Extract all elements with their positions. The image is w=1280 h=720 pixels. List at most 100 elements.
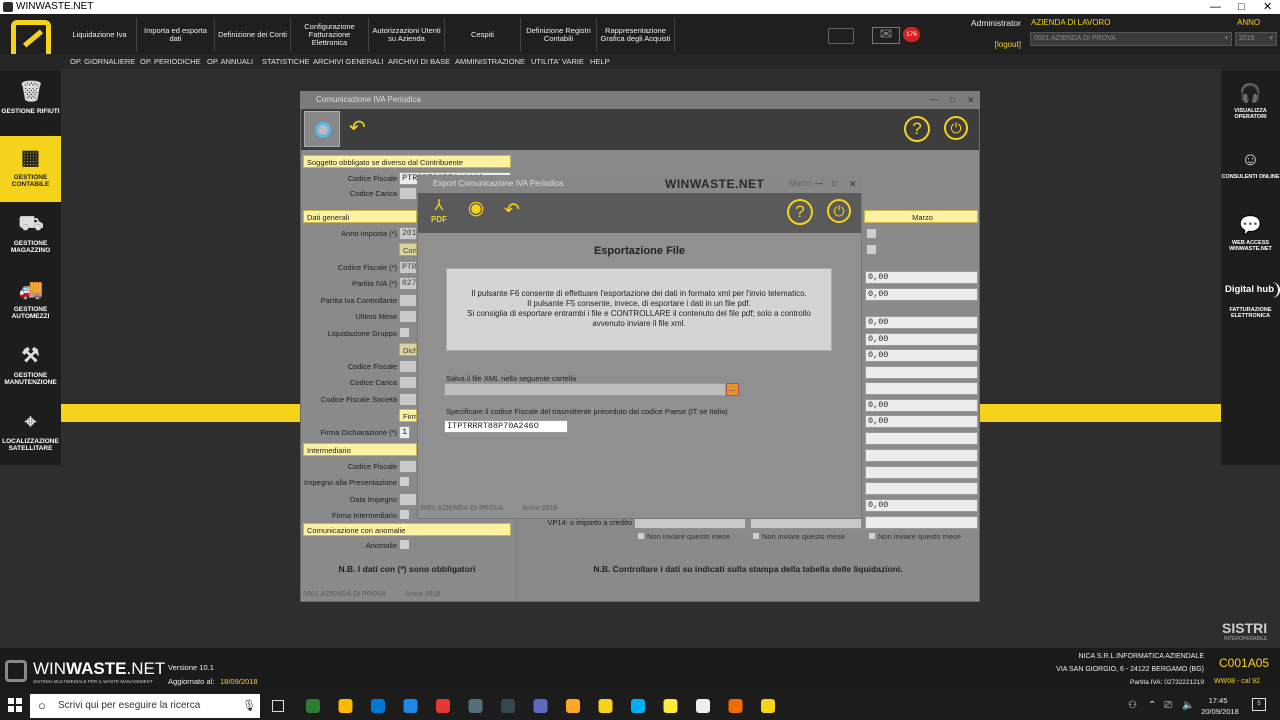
office-icon[interactable] xyxy=(728,699,743,713)
maximize-button[interactable]: □ xyxy=(832,175,837,193)
submenu-statistiche[interactable]: STATISTICHE xyxy=(262,57,310,66)
submenu-op-periodiche[interactable]: OP. PERIODICHE xyxy=(140,57,201,66)
sidebar-item-manutenzione[interactable]: ⚒ GESTIONE MANUTENZIONE xyxy=(0,334,61,400)
rsidebar-item-consulenti[interactable]: ☺ CONSULENTI ONLINE xyxy=(1221,148,1280,180)
minimize-button[interactable]: — xyxy=(930,91,938,109)
task-view-icon[interactable] xyxy=(272,700,284,712)
submenu-utilita-varie[interactable]: UTILITA' VARIE xyxy=(531,57,584,66)
clock-date[interactable]: 20/09/2018 xyxy=(1198,707,1242,716)
firma-intermediario-checkbox[interactable] xyxy=(399,509,410,520)
chrome-icon[interactable] xyxy=(436,699,450,713)
explorer-icon[interactable] xyxy=(338,699,353,713)
rsidebar-item-operatori[interactable]: 🎧 VISUALIZZA OPERATORI xyxy=(1221,82,1280,120)
menu-liquidazione-iva[interactable]: Liquidazione Iva xyxy=(63,18,137,52)
int-codice-fiscale-input[interactable] xyxy=(399,460,417,473)
vp13-marzo[interactable] xyxy=(865,482,978,495)
windows-start-icon[interactable] xyxy=(8,698,22,712)
outlook-icon[interactable] xyxy=(371,699,385,713)
clock-time[interactable]: 17:45 xyxy=(1198,696,1238,705)
firma-dichiarazione-input[interactable]: 1 xyxy=(399,426,410,439)
rsidebar-item-fatturazione[interactable]: Digital hub FATTURAZIONE ELETTRONICA xyxy=(1221,282,1280,319)
notification-center-icon[interactable]: 5 xyxy=(1252,698,1266,711)
vp4-marzo[interactable]: 0,00 xyxy=(865,316,978,329)
people-icon[interactable]: ⚇ xyxy=(1128,700,1137,711)
submenu-amministrazione[interactable]: AMMINISTRAZIONE xyxy=(455,57,525,66)
process-button[interactable] xyxy=(304,111,340,147)
power-icon[interactable]: ⏻ xyxy=(944,116,968,140)
non-inviare-marzo-checkbox[interactable] xyxy=(868,532,876,540)
submenu-help[interactable]: HELP xyxy=(590,57,610,66)
vp5-marzo[interactable]: 0,00 xyxy=(865,333,978,346)
vp2-marzo-checkbox[interactable] xyxy=(866,244,877,255)
submenu-archivi-di-base[interactable]: ARCHIVI DI BASE xyxy=(388,57,450,66)
sidebar-item-contabile[interactable]: ▦ GESTIONE CONTABILE xyxy=(0,136,61,202)
codice-fiscale-societa-input[interactable] xyxy=(399,393,417,406)
dich-codice-fiscale-input[interactable] xyxy=(399,360,417,373)
taskbar-search[interactable]: ○ Scrivi qui per eseguire la ricerca 🎙 xyxy=(30,694,260,718)
non-inviare-gennaio-checkbox[interactable] xyxy=(637,532,645,540)
vp1-marzo-checkbox[interactable] xyxy=(866,228,877,239)
vp7-marzo[interactable] xyxy=(865,382,978,395)
skype-icon[interactable] xyxy=(631,699,645,713)
sidebar-item-automezzi[interactable]: 🚚 GESTIONE AUTOMEZZI xyxy=(0,268,61,334)
menu-cespiti[interactable]: Cespiti xyxy=(445,18,521,52)
company-select[interactable]: 0001 AZIENDA DI PROVA ▾ xyxy=(1030,32,1232,46)
logout-link[interactable]: [logout] xyxy=(975,40,1021,49)
menu-fatturazione-elettronica[interactable]: Configurazione Fatturazione Elettronica xyxy=(291,18,369,52)
volume-icon[interactable]: 🔈 xyxy=(1182,700,1194,711)
menu-autorizzazioni[interactable]: Autorizzazioni Utenti su Azienda xyxy=(369,18,445,52)
menu-registri-contabili[interactable]: Definizione Registri Contabili xyxy=(521,18,597,52)
rsidebar-item-web-access[interactable]: 💬 WEB ACCESS WINWASTE.NET xyxy=(1221,214,1280,252)
mail-icon[interactable]: ✉ xyxy=(872,27,900,44)
submenu-archivi-generali[interactable]: ARCHIVI GENERALI xyxy=(313,57,383,66)
archive-icon[interactable] xyxy=(828,28,854,44)
edge-icon[interactable] xyxy=(403,699,418,713)
help-icon[interactable]: ? xyxy=(787,199,813,225)
maximize-button[interactable]: □ xyxy=(950,91,955,109)
liquidazione-gruppo-checkbox[interactable] xyxy=(399,327,410,338)
sidebar-item-rifiuti[interactable]: 🗑 GESTIONE RIFIUTI xyxy=(0,70,61,136)
back-arrow-icon[interactable]: ↶ xyxy=(504,199,520,222)
menu-importa-esporta[interactable]: Importa ed esporta dati xyxy=(137,18,215,52)
dich-codice-carica-input[interactable] xyxy=(399,376,417,389)
vp6-marzo[interactable]: 0,00 xyxy=(865,349,978,362)
vp11-marzo[interactable] xyxy=(865,449,978,462)
submenu-op-giornaliere[interactable]: OP. GIORNALIERE xyxy=(70,57,135,66)
close-button[interactable]: ✕ xyxy=(849,175,857,193)
browse-folder-button[interactable]: ... xyxy=(726,383,739,396)
vp3-marzo[interactable]: 0,00 xyxy=(865,288,978,301)
pdf-export-button[interactable]: ⅄ PDF xyxy=(424,197,454,231)
sidebar-item-magazzino[interactable]: ⛟ GESTIONE MAGAZZINO xyxy=(0,202,61,268)
cf-trasmittente-input[interactable]: ITPTRRRT88P70A246O xyxy=(444,420,568,433)
app-icon[interactable] xyxy=(533,699,548,713)
minimize-button[interactable]: — xyxy=(1210,0,1221,14)
sidebar-item-localizzazione[interactable]: ⌖ LOCALIZZAZIONE SATELLITARE xyxy=(0,400,61,464)
menu-definizione-conti[interactable]: Definizione dei Conti xyxy=(215,18,291,52)
tray-arrow-icon[interactable]: ⌃ xyxy=(1148,700,1156,711)
anomalie-checkbox[interactable] xyxy=(399,539,410,550)
xml-send-icon[interactable]: ◉ xyxy=(462,197,490,225)
save-folder-input[interactable] xyxy=(444,383,726,396)
vp14c-marzo[interactable] xyxy=(865,516,978,529)
minimize-button[interactable]: — xyxy=(815,175,823,193)
data-impegno-input[interactable] xyxy=(399,493,417,506)
winwaste-icon[interactable] xyxy=(598,699,613,713)
partita-iva-input[interactable]: 02732221219 xyxy=(399,277,417,290)
help-icon[interactable]: ? xyxy=(904,116,930,142)
back-arrow-icon[interactable]: ↶ xyxy=(349,115,366,140)
menu-rappresentazione-grafica[interactable]: Rappresentazione Grafica degli Acquisti xyxy=(597,18,675,52)
notes-icon[interactable] xyxy=(663,699,678,713)
non-inviare-febbraio-checkbox[interactable] xyxy=(752,532,760,540)
maximize-button[interactable]: □ xyxy=(1238,0,1245,14)
winwaste2-icon[interactable] xyxy=(761,699,775,713)
close-button[interactable]: ✕ xyxy=(1263,0,1272,14)
ultimo-mese-input[interactable] xyxy=(399,310,417,323)
anno-imposta-input[interactable]: 2018 xyxy=(399,227,417,240)
notification-badge[interactable]: 176 xyxy=(903,27,920,42)
close-button[interactable]: ✕ xyxy=(967,91,975,109)
sql-icon[interactable] xyxy=(468,699,483,713)
partita-iva-controllante-input[interactable] xyxy=(399,294,417,307)
folder-icon[interactable] xyxy=(566,699,580,713)
codice-fiscale-req-input[interactable]: PTRRRT88P70A246O xyxy=(399,261,417,274)
window-icon[interactable] xyxy=(696,699,710,713)
